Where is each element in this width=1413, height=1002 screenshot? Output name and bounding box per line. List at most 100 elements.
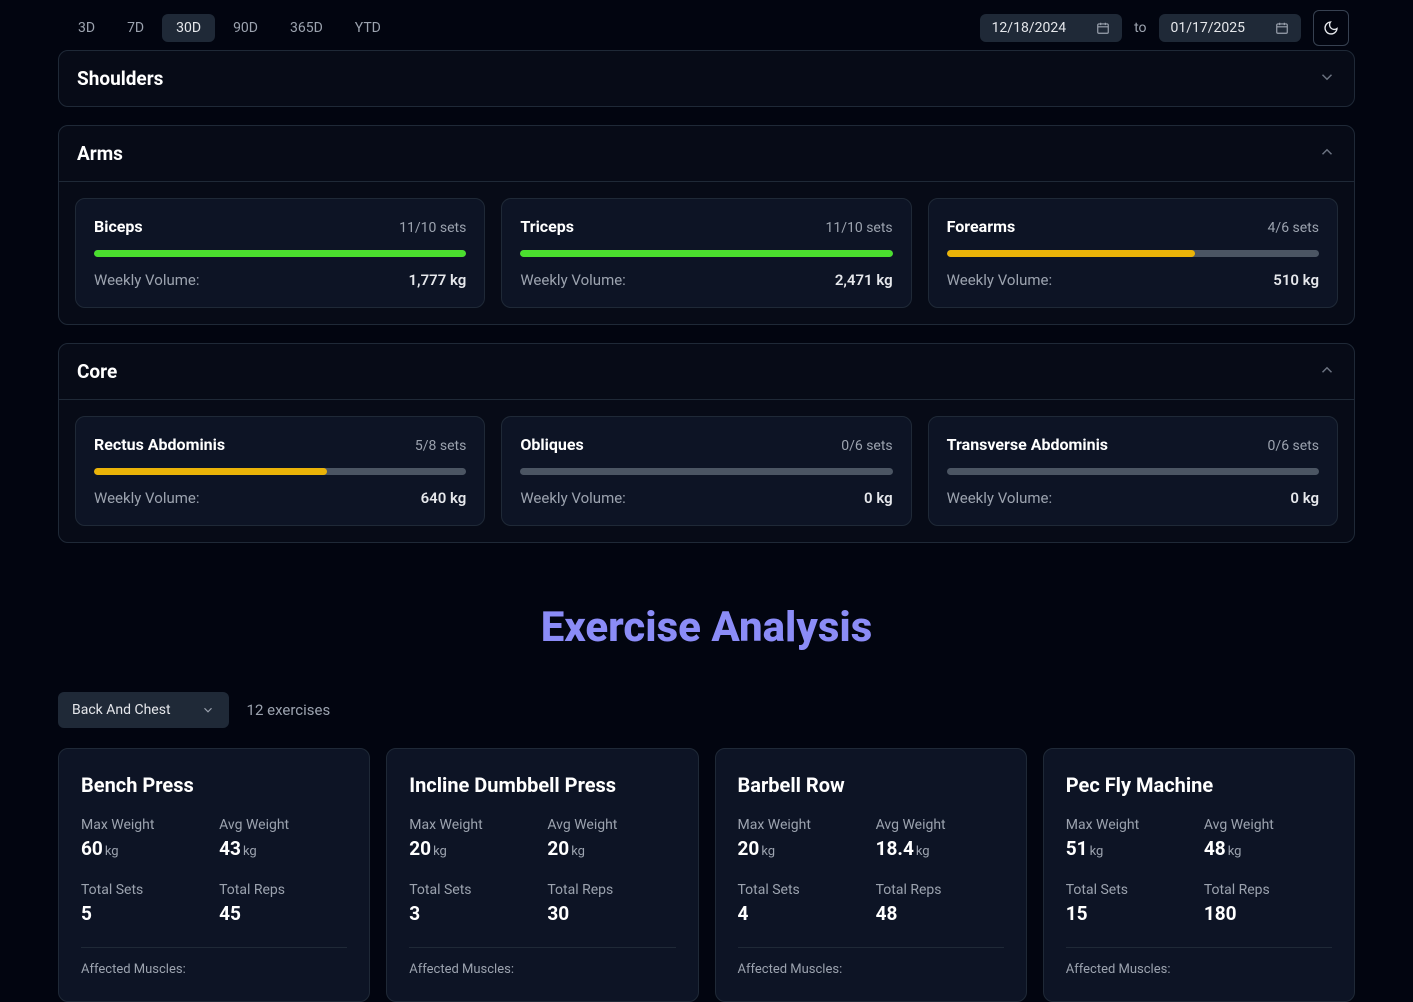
stat-max-weight: Max Weight 20kg [409, 817, 537, 860]
top-bar: 3D 7D 30D 90D 365D YTD 12/18/2024 to 01/… [0, 0, 1413, 56]
stat-total-sets: Total Sets 4 [738, 882, 866, 925]
group-header-shoulders[interactable]: Shoulders [59, 51, 1354, 106]
date-controls: 12/18/2024 to 01/17/2025 [980, 10, 1349, 46]
divider [738, 947, 1004, 948]
muscle-name: Biceps [94, 217, 143, 236]
muscle-card: Forearms 4/6 sets Weekly Volume: 510 kg [928, 198, 1338, 308]
stat-value: 20kg [738, 837, 866, 860]
exercise-name: Barbell Row [738, 773, 1004, 797]
group-header-arms[interactable]: Arms [59, 126, 1354, 181]
progress-bar [947, 250, 1319, 257]
exercise-name: Incline Dumbbell Press [409, 773, 675, 797]
group-title: Core [77, 360, 117, 383]
theme-toggle-button[interactable] [1313, 10, 1349, 46]
stat-value: 48 [876, 902, 1004, 925]
date-from-input[interactable]: 12/18/2024 [980, 14, 1123, 42]
group-title: Shoulders [77, 67, 163, 90]
weekly-volume-value: 510 kg [1273, 271, 1319, 289]
progress-bar-fill [94, 250, 466, 257]
range-tab-7d[interactable]: 7D [113, 14, 158, 42]
stat-label: Total Reps [547, 882, 675, 898]
weekly-volume-value: 640 kg [421, 489, 467, 507]
exercise-count: 12 exercises [247, 701, 331, 719]
date-to-input[interactable]: 01/17/2025 [1159, 14, 1302, 42]
stat-avg-weight: Avg Weight 20kg [547, 817, 675, 860]
stat-label: Total Reps [219, 882, 347, 898]
muscle-name: Transverse Abdominis [947, 435, 1108, 454]
stat-label: Max Weight [1066, 817, 1194, 833]
muscle-sets: 5/8 sets [415, 438, 466, 454]
progress-bar [520, 250, 892, 257]
stat-value: 20kg [409, 837, 537, 860]
stat-label: Avg Weight [876, 817, 1004, 833]
stat-total-reps: Total Reps 30 [547, 882, 675, 925]
date-from-value: 12/18/2024 [992, 20, 1067, 36]
weekly-volume-value: 2,471 kg [835, 271, 893, 289]
range-tab-365d[interactable]: 365D [276, 14, 337, 42]
stat-total-sets: Total Sets 15 [1066, 882, 1194, 925]
exercise-cards-grid: Bench Press Max Weight 60kg Avg Weight 4… [58, 748, 1355, 1002]
stat-max-weight: Max Weight 20kg [738, 817, 866, 860]
section-title-exercise-analysis: Exercise Analysis [58, 603, 1355, 652]
stat-max-weight: Max Weight 60kg [81, 817, 209, 860]
group-body-core: Rectus Abdominis 5/8 sets Weekly Volume:… [59, 399, 1354, 542]
stat-total-sets: Total Sets 3 [409, 882, 537, 925]
group-title: Arms [77, 142, 123, 165]
weekly-volume-label: Weekly Volume: [520, 489, 625, 507]
stat-avg-weight: Avg Weight 18.4kg [876, 817, 1004, 860]
workout-type-select[interactable]: Back And Chest [58, 692, 229, 728]
affected-muscles-label: Affected Muscles: [409, 962, 675, 977]
stat-label: Avg Weight [219, 817, 347, 833]
stat-value: 30 [547, 902, 675, 925]
muscle-name: Triceps [520, 217, 574, 236]
muscle-card: Obliques 0/6 sets Weekly Volume: 0 kg [501, 416, 911, 526]
chevron-down-icon [1318, 68, 1336, 90]
muscle-card: Triceps 11/10 sets Weekly Volume: 2,471 … [501, 198, 911, 308]
muscle-sets: 11/10 sets [825, 220, 892, 236]
muscle-group-shoulders: Shoulders [58, 50, 1355, 107]
muscle-name: Rectus Abdominis [94, 435, 225, 454]
weekly-volume-label: Weekly Volume: [94, 271, 199, 289]
exercise-filter-row: Back And Chest 12 exercises [58, 692, 1355, 728]
stat-value: 15 [1066, 902, 1194, 925]
range-tab-90d[interactable]: 90D [219, 14, 272, 42]
weekly-volume-label: Weekly Volume: [947, 489, 1052, 507]
stat-label: Total Sets [738, 882, 866, 898]
progress-bar [94, 468, 466, 475]
stat-value: 45 [219, 902, 347, 925]
muscle-name: Forearms [947, 217, 1016, 236]
stat-value: 180 [1204, 902, 1332, 925]
muscle-group-core: Core Rectus Abdominis 5/8 sets Weekly Vo… [58, 343, 1355, 543]
stat-label: Total Reps [1204, 882, 1332, 898]
stat-value: 48kg [1204, 837, 1332, 860]
chevron-up-icon [1318, 143, 1336, 165]
range-tab-ytd[interactable]: YTD [341, 14, 395, 42]
chevron-down-icon [201, 703, 215, 717]
muscle-name: Obliques [520, 435, 583, 454]
calendar-icon [1096, 21, 1110, 35]
stat-value: 20kg [547, 837, 675, 860]
weekly-volume-label: Weekly Volume: [520, 271, 625, 289]
stat-label: Avg Weight [1204, 817, 1332, 833]
stat-label: Avg Weight [547, 817, 675, 833]
progress-bar-fill [520, 250, 892, 257]
divider [1066, 947, 1332, 948]
muscle-sets: 0/6 sets [841, 438, 892, 454]
stat-avg-weight: Avg Weight 43kg [219, 817, 347, 860]
affected-muscles-label: Affected Muscles: [738, 962, 1004, 977]
stat-label: Total Sets [409, 882, 537, 898]
group-header-core[interactable]: Core [59, 344, 1354, 399]
range-tab-30d[interactable]: 30D [162, 14, 215, 42]
stat-value: 43kg [219, 837, 347, 860]
stat-label: Max Weight [81, 817, 209, 833]
exercise-card: Barbell Row Max Weight 20kg Avg Weight 1… [715, 748, 1027, 1002]
exercise-card: Incline Dumbbell Press Max Weight 20kg A… [386, 748, 698, 1002]
range-tab-3d[interactable]: 3D [64, 14, 109, 42]
exercise-name: Bench Press [81, 773, 347, 797]
chevron-up-icon [1318, 361, 1336, 383]
weekly-volume-value: 0 kg [1290, 489, 1319, 507]
date-separator: to [1134, 20, 1146, 36]
stat-max-weight: Max Weight 51kg [1066, 817, 1194, 860]
progress-bar-fill [947, 250, 1195, 257]
exercise-name: Pec Fly Machine [1066, 773, 1332, 797]
